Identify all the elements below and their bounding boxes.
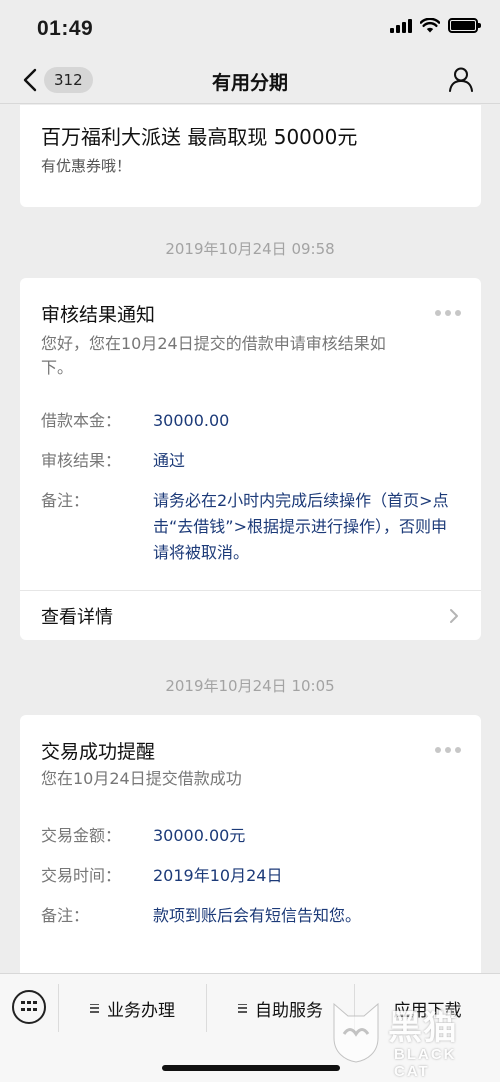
status-icons bbox=[390, 18, 481, 33]
card-description: 您在10月24日提交借款成功 bbox=[41, 769, 242, 788]
view-details-label: 查看详情 bbox=[41, 607, 113, 628]
keyboard-icon bbox=[20, 1001, 38, 1013]
battery-icon bbox=[448, 18, 481, 33]
row-label: 备注： bbox=[41, 906, 90, 925]
row-label: 交易时间： bbox=[41, 866, 122, 885]
menu-lines-icon bbox=[238, 1003, 247, 1013]
row-label: 借款本金： bbox=[41, 411, 122, 430]
row-value: 款项到账后会有短信告知您。 bbox=[153, 906, 362, 925]
status-bar: 01:49 bbox=[0, 0, 500, 56]
menu-label: 自助服务 bbox=[255, 1000, 323, 1021]
review-result-card[interactable]: 审核结果通知 您好，您在10月24日提交的借款申请审核结果如下。 借款本金： 3… bbox=[20, 278, 481, 640]
watermark: 黑猫 BLACK CAT bbox=[328, 998, 494, 1080]
message-list[interactable]: 百万福利大派送 最高取现 50000元 有优惠券哦！ 2019年10月24日 0… bbox=[0, 105, 500, 973]
card-description: 您好，您在10月24日提交的借款申请审核结果如下。 bbox=[41, 334, 386, 377]
transaction-success-card[interactable]: 交易成功提醒 您在10月24日提交借款成功 交易金额： 30000.00元 交易… bbox=[20, 715, 481, 973]
keyboard-toggle-button[interactable] bbox=[12, 990, 46, 1024]
user-icon[interactable] bbox=[448, 66, 474, 92]
promo-card[interactable]: 百万福利大派送 最高取现 50000元 有优惠券哦！ bbox=[20, 105, 481, 207]
status-time: 01:49 bbox=[37, 17, 94, 40]
wifi-icon bbox=[420, 18, 440, 33]
row-value: 30000.00 bbox=[153, 411, 230, 430]
card-title: 审核结果通知 bbox=[41, 304, 156, 326]
black-cat-logo-icon bbox=[333, 1002, 379, 1063]
row-value: 30000.00元 bbox=[153, 826, 246, 845]
row-label: 备注： bbox=[41, 491, 90, 510]
home-indicator bbox=[162, 1065, 340, 1071]
message-timestamp: 2019年10月24日 10:05 bbox=[165, 677, 335, 695]
view-details-link[interactable]: 查看详情 bbox=[20, 590, 481, 640]
row-value: 通过 bbox=[153, 451, 186, 470]
signal-icon bbox=[390, 18, 412, 33]
card-title: 交易成功提醒 bbox=[41, 741, 156, 763]
menu-label: 业务办理 bbox=[107, 1000, 175, 1021]
row-label: 交易金额： bbox=[41, 826, 122, 845]
bottom-menu-bar: 业务办理 自助服务 应用下载 黑猫 BLACK CAT bbox=[0, 973, 500, 1082]
menu-lines-icon bbox=[90, 1003, 99, 1013]
nav-bar: 312 有用分期 bbox=[0, 56, 500, 104]
message-timestamp: 2019年10月24日 09:58 bbox=[165, 240, 335, 258]
page-title: 有用分期 bbox=[211, 72, 288, 94]
watermark-text-en: BLACK CAT bbox=[394, 1046, 457, 1080]
row-value: 请务必在2小时内完成后续操作（首页>点击“去借钱”>根据提示进行操作），否则申请… bbox=[153, 491, 449, 562]
menu-business[interactable]: 业务办理 bbox=[58, 984, 206, 1032]
more-options-icon[interactable] bbox=[435, 747, 461, 755]
row-value: 2019年10月24日 bbox=[153, 866, 283, 885]
chevron-right-icon bbox=[450, 609, 458, 623]
watermark-text-cn: 黑猫 bbox=[388, 1008, 458, 1048]
promo-title: 百万福利大派送 最高取现 50000元 bbox=[41, 125, 358, 149]
row-label: 审核结果： bbox=[41, 451, 122, 470]
more-options-icon[interactable] bbox=[435, 310, 461, 318]
promo-subtitle: 有优惠券哦！ bbox=[41, 157, 132, 175]
